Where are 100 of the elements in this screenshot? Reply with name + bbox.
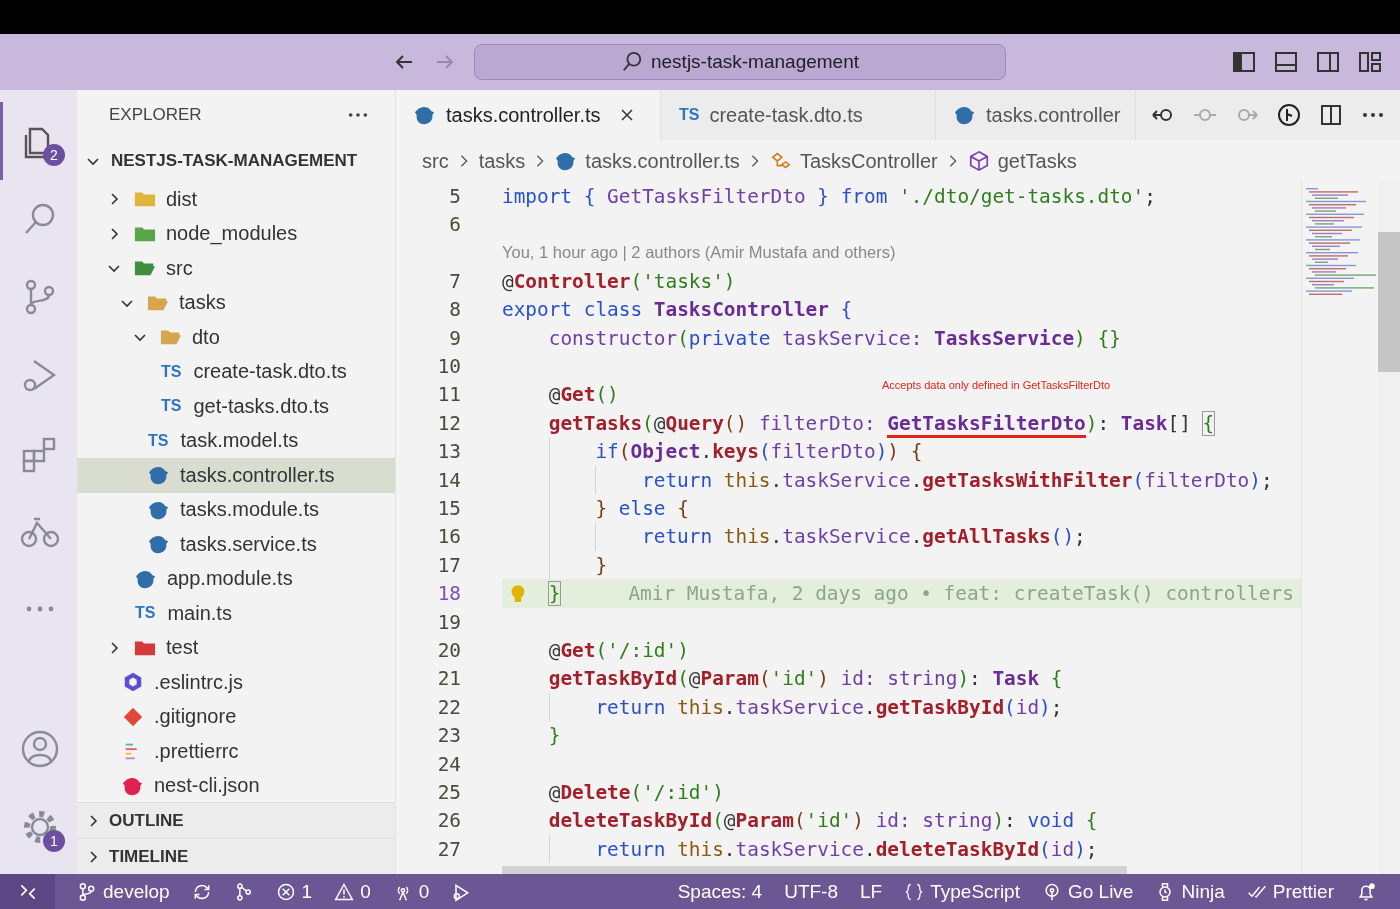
tree-item[interactable]: TS task.model.ts xyxy=(77,423,395,458)
status-item[interactable]: 1 xyxy=(275,880,313,903)
line-number: 16 xyxy=(436,525,461,549)
code-line: constructor(private taskService: TasksService) {} xyxy=(547,326,1121,350)
search-text: nestjs-task-management xyxy=(650,51,859,73)
horizontal-scrollbar[interactable] xyxy=(502,866,1127,874)
status-item[interactable]: Ninja xyxy=(1155,880,1225,903)
tree-item[interactable]: .prettierrc xyxy=(77,734,395,769)
tree-item[interactable]: tasks.service.ts xyxy=(77,527,395,562)
toggle-secondary-sidebar-icon[interactable] xyxy=(1316,50,1340,74)
status-item[interactable]: TypeScript xyxy=(904,880,1020,903)
code-line: if(Object.keys(filterDto)) { xyxy=(594,440,923,464)
code-line: deleteTaskById(@Param('id') id: string): void { xyxy=(547,809,1098,833)
line-number: 12 xyxy=(436,411,461,435)
status-item[interactable]: UTF-8 xyxy=(784,880,838,903)
section-header[interactable]: TIMELINE xyxy=(77,838,395,874)
project-title: NESTJS-TASK-MANAGEMENT xyxy=(111,151,358,171)
file-icon xyxy=(555,150,578,172)
status-item[interactable]: develop xyxy=(77,880,170,903)
line-number: 5 xyxy=(448,184,461,208)
tree-item[interactable]: src xyxy=(77,251,395,286)
line-number: 10 xyxy=(436,355,461,379)
code-line: return this.taskService.getTasksWithFilter(filterDto); xyxy=(641,468,1273,492)
line-number: 14 xyxy=(436,468,461,492)
account-icon xyxy=(20,729,60,769)
status-item[interactable]: 0 xyxy=(334,880,371,903)
breadcrumb-item[interactable]: TasksController xyxy=(769,149,938,173)
command-search-field[interactable]: nestjs-task-management xyxy=(474,44,1006,80)
tree-item[interactable]: tasks.controller.ts xyxy=(77,458,395,493)
customize-layout-icon[interactable] xyxy=(1358,50,1382,74)
line-number: 7 xyxy=(448,269,461,293)
code-line: } xyxy=(594,553,608,577)
breadcrumb-item[interactable]: tasks xyxy=(478,149,526,173)
activity-button[interactable]: 1 xyxy=(0,788,77,866)
code-line: } else { xyxy=(594,497,689,520)
status-item[interactable]: Spaces: 4 xyxy=(677,880,763,903)
cube-icon xyxy=(967,150,990,172)
tree-item[interactable]: TS main.ts xyxy=(77,596,395,631)
tree-item[interactable]: dto xyxy=(77,320,395,355)
diamond-icon xyxy=(122,705,144,728)
code-line: @Controller('tasks') xyxy=(502,269,736,293)
code-line: return this.taskService.deleteTaskById(id); xyxy=(594,837,1098,861)
tree-item[interactable]: TS create-task.dto.ts xyxy=(77,354,395,389)
annotation-text: Accepts data only defined in GetTasksFilterDto xyxy=(882,378,1111,391)
status-item[interactable]: Go Live xyxy=(1041,880,1134,903)
git-graph-icon[interactable] xyxy=(1277,103,1301,127)
file-type-label: TS xyxy=(679,106,700,124)
section-title: TIMELINE xyxy=(109,846,189,867)
scrollbar-thumb[interactable] xyxy=(1378,232,1400,372)
toggle-sidebar-icon[interactable] xyxy=(1232,50,1256,74)
tree-item[interactable]: .eslintrc.js xyxy=(77,665,395,700)
more-icon[interactable] xyxy=(347,111,369,119)
tree-item[interactable]: test xyxy=(77,630,395,665)
breadcrumb-item[interactable]: src xyxy=(422,149,449,173)
editor-tab[interactable]: TS create-task.dto.ts xyxy=(661,90,936,140)
tree-item[interactable]: tasks xyxy=(77,285,395,320)
status-item[interactable] xyxy=(1356,881,1376,902)
breadcrumb-item[interactable]: getTasks xyxy=(967,149,1077,173)
section-header[interactable]: OUTLINE xyxy=(77,802,395,838)
code-line: } xyxy=(547,724,561,748)
split-editor-icon[interactable] xyxy=(1319,103,1343,127)
tree-item[interactable]: .gitignore xyxy=(77,699,395,734)
tree-item[interactable]: nest-cli.json xyxy=(77,768,395,802)
file-icon xyxy=(148,533,170,556)
hexagon-icon xyxy=(122,671,144,694)
code-line: getTaskById(@Param('id') id: string): Task { xyxy=(547,667,1063,691)
status-item[interactable]: Prettier xyxy=(1246,880,1334,903)
status-item[interactable] xyxy=(0,874,55,909)
breadcrumb-item[interactable]: tasks.controller.ts xyxy=(555,149,740,173)
tree-item[interactable]: dist xyxy=(77,182,395,217)
status-item[interactable] xyxy=(451,881,472,902)
code-line: @Delete('/:id') xyxy=(547,780,724,804)
file-type-label: TS xyxy=(135,604,156,623)
code-line: getTasks(@Query() filterDto: GetTasksFilterDto): Task[] { xyxy=(502,411,1215,435)
editor-tab[interactable]: tasks.controller.ts xyxy=(396,90,661,140)
code-line: return this.taskService.getAllTasks(); xyxy=(641,525,1086,549)
error-icon xyxy=(275,881,296,902)
editor-tab[interactable]: tasks.controller xyxy=(936,90,1136,140)
warning-icon xyxy=(334,881,355,902)
line-number: 27 xyxy=(436,837,461,861)
tree-item[interactable]: TS get-tasks.dto.ts xyxy=(77,389,395,424)
tree-item[interactable]: app.module.ts xyxy=(77,561,395,596)
toggle-panel-icon[interactable] xyxy=(1274,50,1298,74)
more-icon xyxy=(25,605,55,613)
project-header[interactable]: NESTJS-TASK-MANAGEMENT xyxy=(77,140,395,182)
line-number: 21 xyxy=(436,667,461,691)
braces-icon xyxy=(904,881,925,902)
line-number: 15 xyxy=(436,497,461,520)
code-line: } xyxy=(547,582,561,606)
close-icon[interactable] xyxy=(618,107,635,123)
count-badge: 2 xyxy=(43,144,65,166)
line-number: 18 xyxy=(436,582,461,606)
tree-item[interactable]: node_modules xyxy=(77,216,395,251)
line-number: 20 xyxy=(436,638,461,662)
tree-item[interactable]: tasks.module.ts xyxy=(77,492,395,527)
sidebar-title: EXPLORER xyxy=(109,105,202,125)
status-item[interactable]: LF xyxy=(860,880,883,903)
file-type-label: TS xyxy=(161,362,182,381)
file-type-label: TS xyxy=(148,431,169,450)
status-item[interactable]: 0 xyxy=(392,880,430,903)
